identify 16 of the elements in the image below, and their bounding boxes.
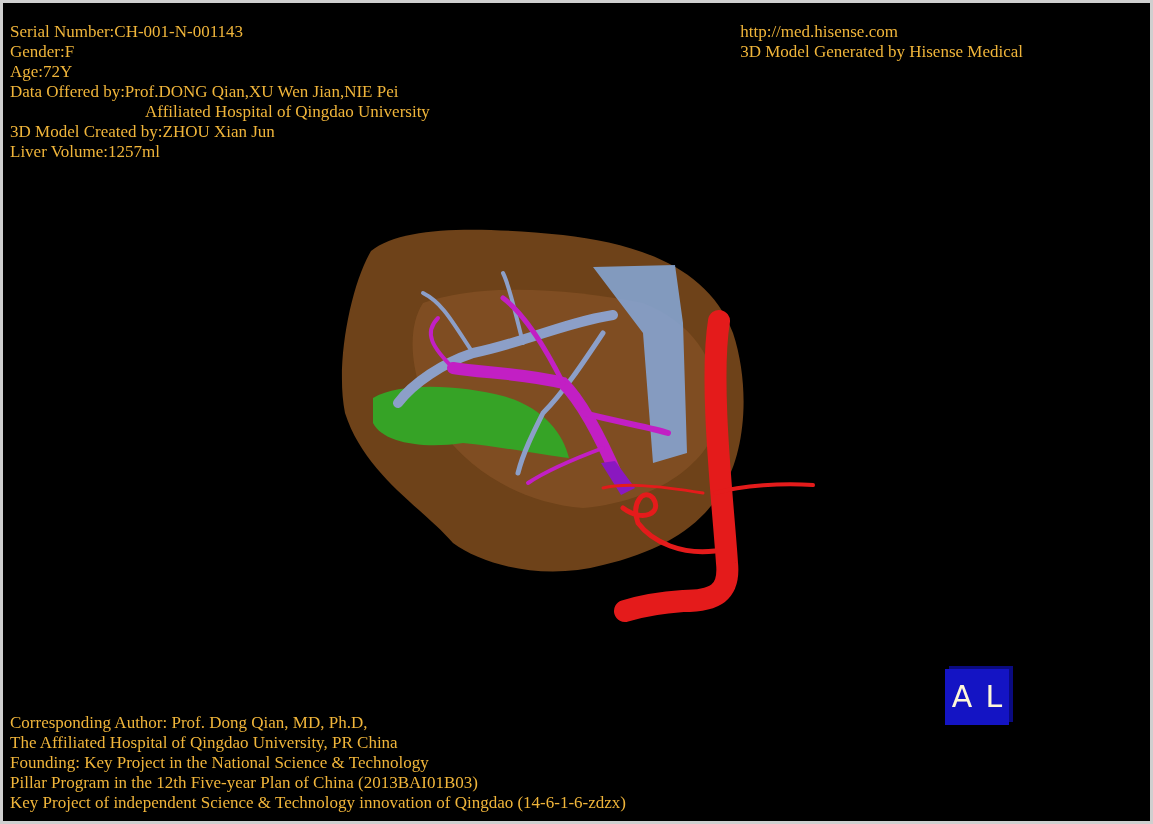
info-text: Gender:F [10,42,75,62]
info-text: Serial Number:CH-001-N-001143 [10,22,244,42]
info-text: Key Project of independent Science & Technology innovation of Qingdao (14-6-1-6-zdzx) [10,793,626,813]
info-text: 3D Model Created by:ZHOU Xian Jun [10,122,275,142]
orientation-label: A [951,682,973,712]
info-text: Liver Volume:1257ml [10,142,160,162]
orientation-label: L [985,682,1003,712]
info-text: Pillar Program in the 12th Five-year Plan of China (2013BAI01B03) [10,773,478,793]
info-text: http://med.hisense.com [740,22,898,42]
info-text: 3D Model Generated by Hisense Medical [740,42,1023,62]
info-text: Corresponding Author: Prof. Dong Qian, MD, Ph.D, [10,713,368,733]
info-text: The Affiliated Hospital of Qingdao University, PR China [10,733,398,753]
info-text: Affiliated Hospital of Qingdao University [145,102,430,122]
info-text: Founding: Key Project in the National Science & Technology [10,753,429,773]
info-text: Data Offered by:Prof.DONG Qian,XU Wen Jian,NIE Pei [10,82,399,102]
info-text: Age:72Y [10,62,73,82]
